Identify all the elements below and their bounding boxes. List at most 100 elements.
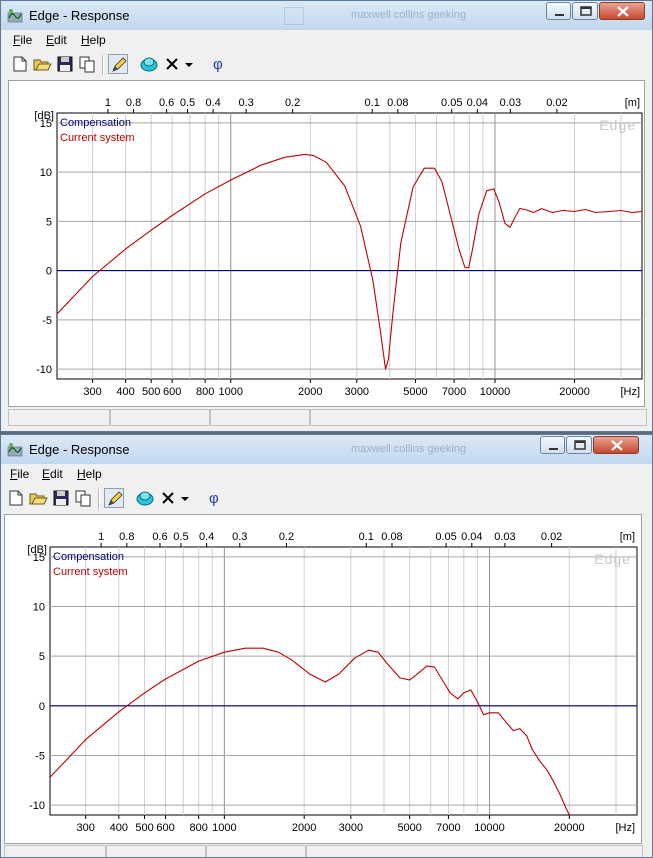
menu-edit[interactable]: Edit	[42, 467, 63, 481]
y-tick-label: 5	[39, 651, 45, 663]
x-tick-label: 600	[163, 386, 181, 398]
phase-button[interactable]: φ	[208, 54, 228, 74]
x-tick-label: 300	[77, 822, 95, 834]
x-tick-label: 7000	[436, 822, 460, 834]
speaker-button[interactable]	[135, 488, 155, 508]
delete-button[interactable]	[158, 488, 178, 508]
top-tick-label: 0.8	[126, 97, 141, 109]
open-folder-icon	[29, 493, 48, 505]
minimize-button[interactable]	[546, 2, 571, 20]
open-button[interactable]	[32, 54, 52, 74]
chart-area[interactable]: 300 400 500 600 800 1000 2000 3000 5000 7000 10000…	[4, 514, 642, 844]
top-tick-label: 1	[105, 97, 111, 109]
background-window-title: maxwell collins geeking	[351, 443, 466, 455]
minimize-icon	[549, 448, 558, 450]
menu-help[interactable]: Help	[81, 33, 106, 47]
top-tick-label: 0.3	[238, 97, 253, 109]
new-button[interactable]	[10, 54, 30, 74]
x-tick-label: 5000	[397, 822, 421, 834]
pencil-icon	[112, 57, 127, 72]
new-document-icon	[13, 56, 27, 72]
y-tick-label: 5	[46, 216, 52, 228]
menu-edit[interactable]: Edit	[46, 33, 67, 47]
y-tick-label: 0	[46, 266, 52, 278]
menu-help[interactable]: Help	[77, 467, 102, 481]
top-tick-label: 0.02	[546, 97, 567, 109]
close-button[interactable]	[593, 436, 639, 454]
background-taskbar-tab	[284, 7, 304, 25]
x-tick-label: 10000	[474, 822, 505, 834]
minimize-button[interactable]	[540, 436, 565, 454]
response-chart[interactable]: 300 400 500 600 800 1000 2000 3000 5000 7000 10000…	[5, 515, 643, 843]
copy-button[interactable]	[73, 488, 93, 508]
maximize-icon	[580, 6, 592, 16]
plot-frame	[56, 112, 643, 380]
top-tick-label: 0.04	[461, 531, 482, 543]
window-title: Edge - Response	[29, 8, 130, 23]
chart-area[interactable]: 300 400 500 600 800 1000 2000 3000 5000 7000 10000…	[8, 80, 645, 407]
top-axis-unit-label: [m]	[620, 531, 635, 543]
save-button[interactable]	[55, 54, 75, 74]
minimize-icon	[555, 14, 564, 16]
y-tick-label: -10	[36, 364, 52, 376]
top-tick-label: 0.5	[173, 531, 188, 543]
top-tick-label: 0.3	[232, 531, 247, 543]
new-button[interactable]	[6, 488, 26, 508]
copy-button[interactable]	[77, 54, 97, 74]
menu-bar: File Edit Help	[1, 30, 652, 50]
top-tick-label: 0.03	[500, 97, 521, 109]
top-axis-unit-label: [m]	[625, 97, 640, 109]
response-chart[interactable]: 300 400 500 600 800 1000 2000 3000 5000 7000 10000…	[9, 81, 646, 406]
toolbar: φ	[1, 486, 652, 513]
top-tick-label: 0.04	[467, 97, 488, 109]
window-title: Edge - Response	[29, 442, 130, 457]
new-document-icon	[9, 490, 23, 506]
menu-file[interactable]: File	[13, 33, 32, 47]
maximize-button[interactable]	[566, 436, 592, 454]
status-bar	[4, 845, 645, 857]
menu-file[interactable]: File	[10, 467, 29, 481]
save-button[interactable]	[51, 488, 71, 508]
copy-icon	[75, 490, 91, 507]
pencil-tool-button[interactable]	[108, 54, 128, 74]
x-tick-label: 800	[196, 386, 214, 398]
x-axis-unit-label: [Hz]	[620, 386, 640, 398]
x-tick-label: 7000	[442, 386, 466, 398]
x-tick-label: 500	[135, 822, 153, 834]
x-tick-label: 500	[142, 386, 160, 398]
x-tick-label: 2000	[298, 386, 322, 398]
delete-dropdown-button[interactable]	[178, 488, 192, 508]
status-cell	[4, 845, 106, 857]
delete-dropdown-button[interactable]	[182, 54, 196, 74]
phase-button[interactable]: φ	[204, 488, 224, 508]
maximize-button[interactable]	[572, 2, 598, 20]
menu-file-rest: ile	[20, 33, 33, 47]
x-axis-unit-label: [Hz]	[615, 822, 635, 834]
top-tick-label: 0.03	[494, 531, 515, 543]
top-tick-label: 0.6	[159, 97, 174, 109]
speaker-icon	[140, 57, 158, 72]
delete-button[interactable]	[162, 54, 182, 74]
title-bar[interactable]: Edge - Response maxwell collins geeking	[1, 1, 652, 30]
response-window-2: Edge - Response maxwell collins geeking …	[0, 434, 653, 858]
legend-compensation: Compensation	[53, 551, 124, 563]
close-button[interactable]	[599, 2, 645, 20]
x-tick-label: 5000	[403, 386, 427, 398]
status-cell	[306, 845, 643, 857]
y-tick-label: -5	[35, 750, 45, 762]
top-tick-label: 0.1	[359, 531, 374, 543]
response-window-1: Edge - Response maxwell collins geeking …	[0, 0, 653, 432]
title-bar[interactable]: Edge - Response maxwell collins geeking	[1, 435, 652, 464]
speaker-button[interactable]	[139, 54, 159, 74]
menu-help-mnemonic: H	[81, 33, 90, 47]
edge-app-icon	[7, 443, 23, 457]
open-button[interactable]	[28, 488, 48, 508]
x-tick-label: 10000	[480, 386, 511, 398]
status-cell	[106, 845, 206, 857]
toolbar-separator	[102, 55, 104, 75]
open-folder-icon	[33, 59, 52, 71]
menu-help-mnemonic: H	[77, 467, 86, 481]
menu-help-rest: elp	[85, 467, 102, 481]
x-tick-label: 3000	[345, 386, 369, 398]
pencil-tool-button[interactable]	[104, 488, 124, 508]
